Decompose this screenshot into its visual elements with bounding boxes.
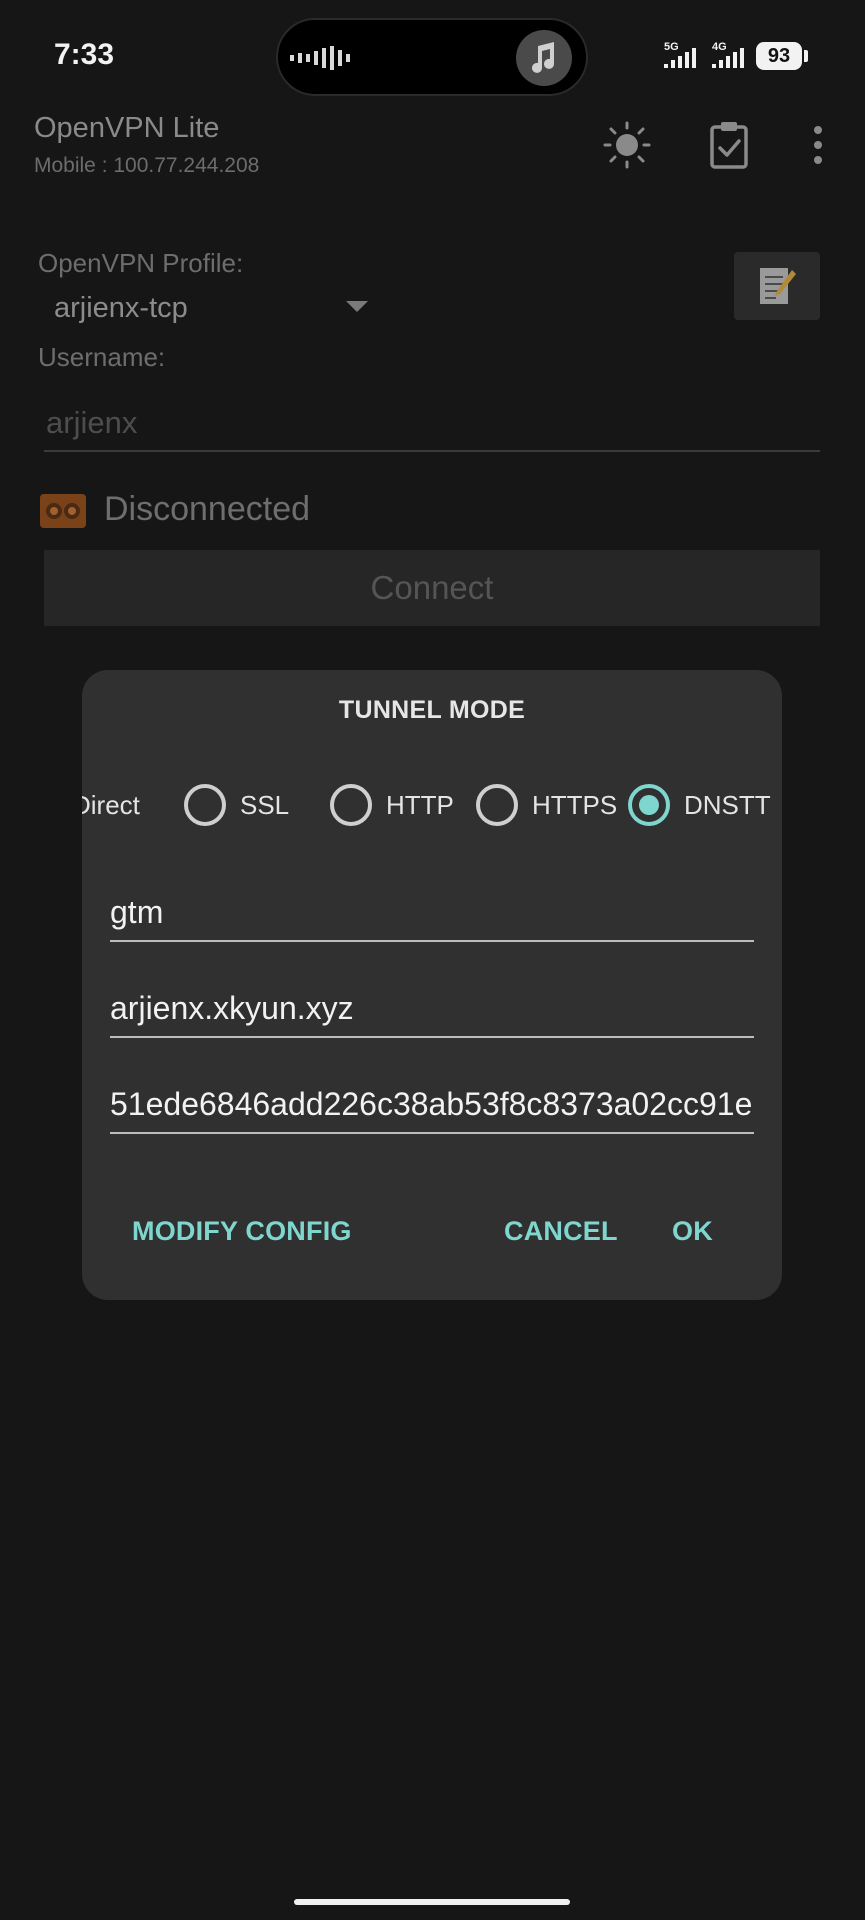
brightness-icon[interactable] xyxy=(600,118,654,172)
app-title: OpenVPN Lite xyxy=(34,112,220,144)
edit-note-icon xyxy=(760,268,796,304)
profile-label: OpenVPN Profile: xyxy=(38,248,244,278)
disconnected-status-icon xyxy=(40,494,86,528)
music-note-icon[interactable] xyxy=(516,30,572,86)
dnstt-field-1[interactable]: gtm xyxy=(110,884,754,942)
radio-dnstt[interactable]: DNSTT xyxy=(628,770,782,840)
radio-button-https[interactable] xyxy=(476,784,518,826)
tunnel-mode-radio-group: Direct SSL HTTP HTTPS DNSTT xyxy=(82,770,782,840)
username-input[interactable]: arjienx xyxy=(44,398,820,452)
connect-button[interactable]: Connect xyxy=(44,550,820,626)
network-label-5g: 5G xyxy=(664,41,679,53)
radio-label-dnstt: DNSTT xyxy=(684,790,771,820)
username-label: Username: xyxy=(38,342,166,372)
battery-icon: 93 xyxy=(756,42,802,70)
connection-status: Disconnected xyxy=(104,490,311,528)
status-bar: 7:33 5G 4G 93 xyxy=(0,0,865,110)
radio-direct[interactable]: Direct xyxy=(82,770,162,840)
radio-label-https: HTTPS xyxy=(532,790,618,820)
radio-button-http[interactable] xyxy=(330,784,372,826)
status-time: 7:33 xyxy=(54,38,115,71)
home-indicator[interactable] xyxy=(294,1899,570,1905)
radio-button-dnstt[interactable] xyxy=(628,784,670,826)
radio-label-direct: Direct xyxy=(82,790,140,820)
radio-ssl[interactable]: SSL xyxy=(184,770,294,840)
dnstt-field-2[interactable]: arjienx.xkyun.xyz xyxy=(110,980,754,1038)
radio-button-ssl[interactable] xyxy=(184,784,226,826)
network-label-4g: 4G xyxy=(712,41,727,53)
app-subtitle: Mobile : 100.77.244.208 xyxy=(34,154,260,177)
profile-dropdown[interactable]: arjienx-tcp xyxy=(54,292,188,325)
more-vert-icon[interactable] xyxy=(790,118,846,172)
signal-5g-icon: 5G xyxy=(664,41,696,68)
radio-http[interactable]: HTTP xyxy=(330,770,454,840)
dialog-title: TUNNEL MODE xyxy=(338,696,526,724)
dnstt-field-3[interactable]: 51ede6846add226c38ab53f8c8373a02cc91e xyxy=(110,1076,754,1134)
tunnel-mode-dialog: TUNNEL MODE Direct SSL HTTP HTTPS DNSTT xyxy=(82,670,782,1300)
chevron-down-icon[interactable] xyxy=(346,301,368,312)
edit-profile-button[interactable] xyxy=(734,252,820,320)
modify-config-button[interactable]: MODIFY CONFIG xyxy=(132,1216,352,1247)
cancel-button[interactable]: CANCEL xyxy=(504,1216,618,1247)
battery-tip xyxy=(804,50,808,62)
audio-wave-icon xyxy=(290,46,350,70)
radio-https[interactable]: HTTPS xyxy=(476,770,618,840)
signal-4g-icon: 4G xyxy=(712,41,744,68)
clipboard-check-icon[interactable] xyxy=(702,118,756,172)
ok-button[interactable]: OK xyxy=(672,1216,713,1247)
screen: 7:33 5G 4G 93 OpenVPN Lite Mobile: 100.… xyxy=(0,0,865,1920)
radio-label-http: HTTP xyxy=(386,790,454,820)
radio-label-ssl: SSL xyxy=(240,790,290,820)
